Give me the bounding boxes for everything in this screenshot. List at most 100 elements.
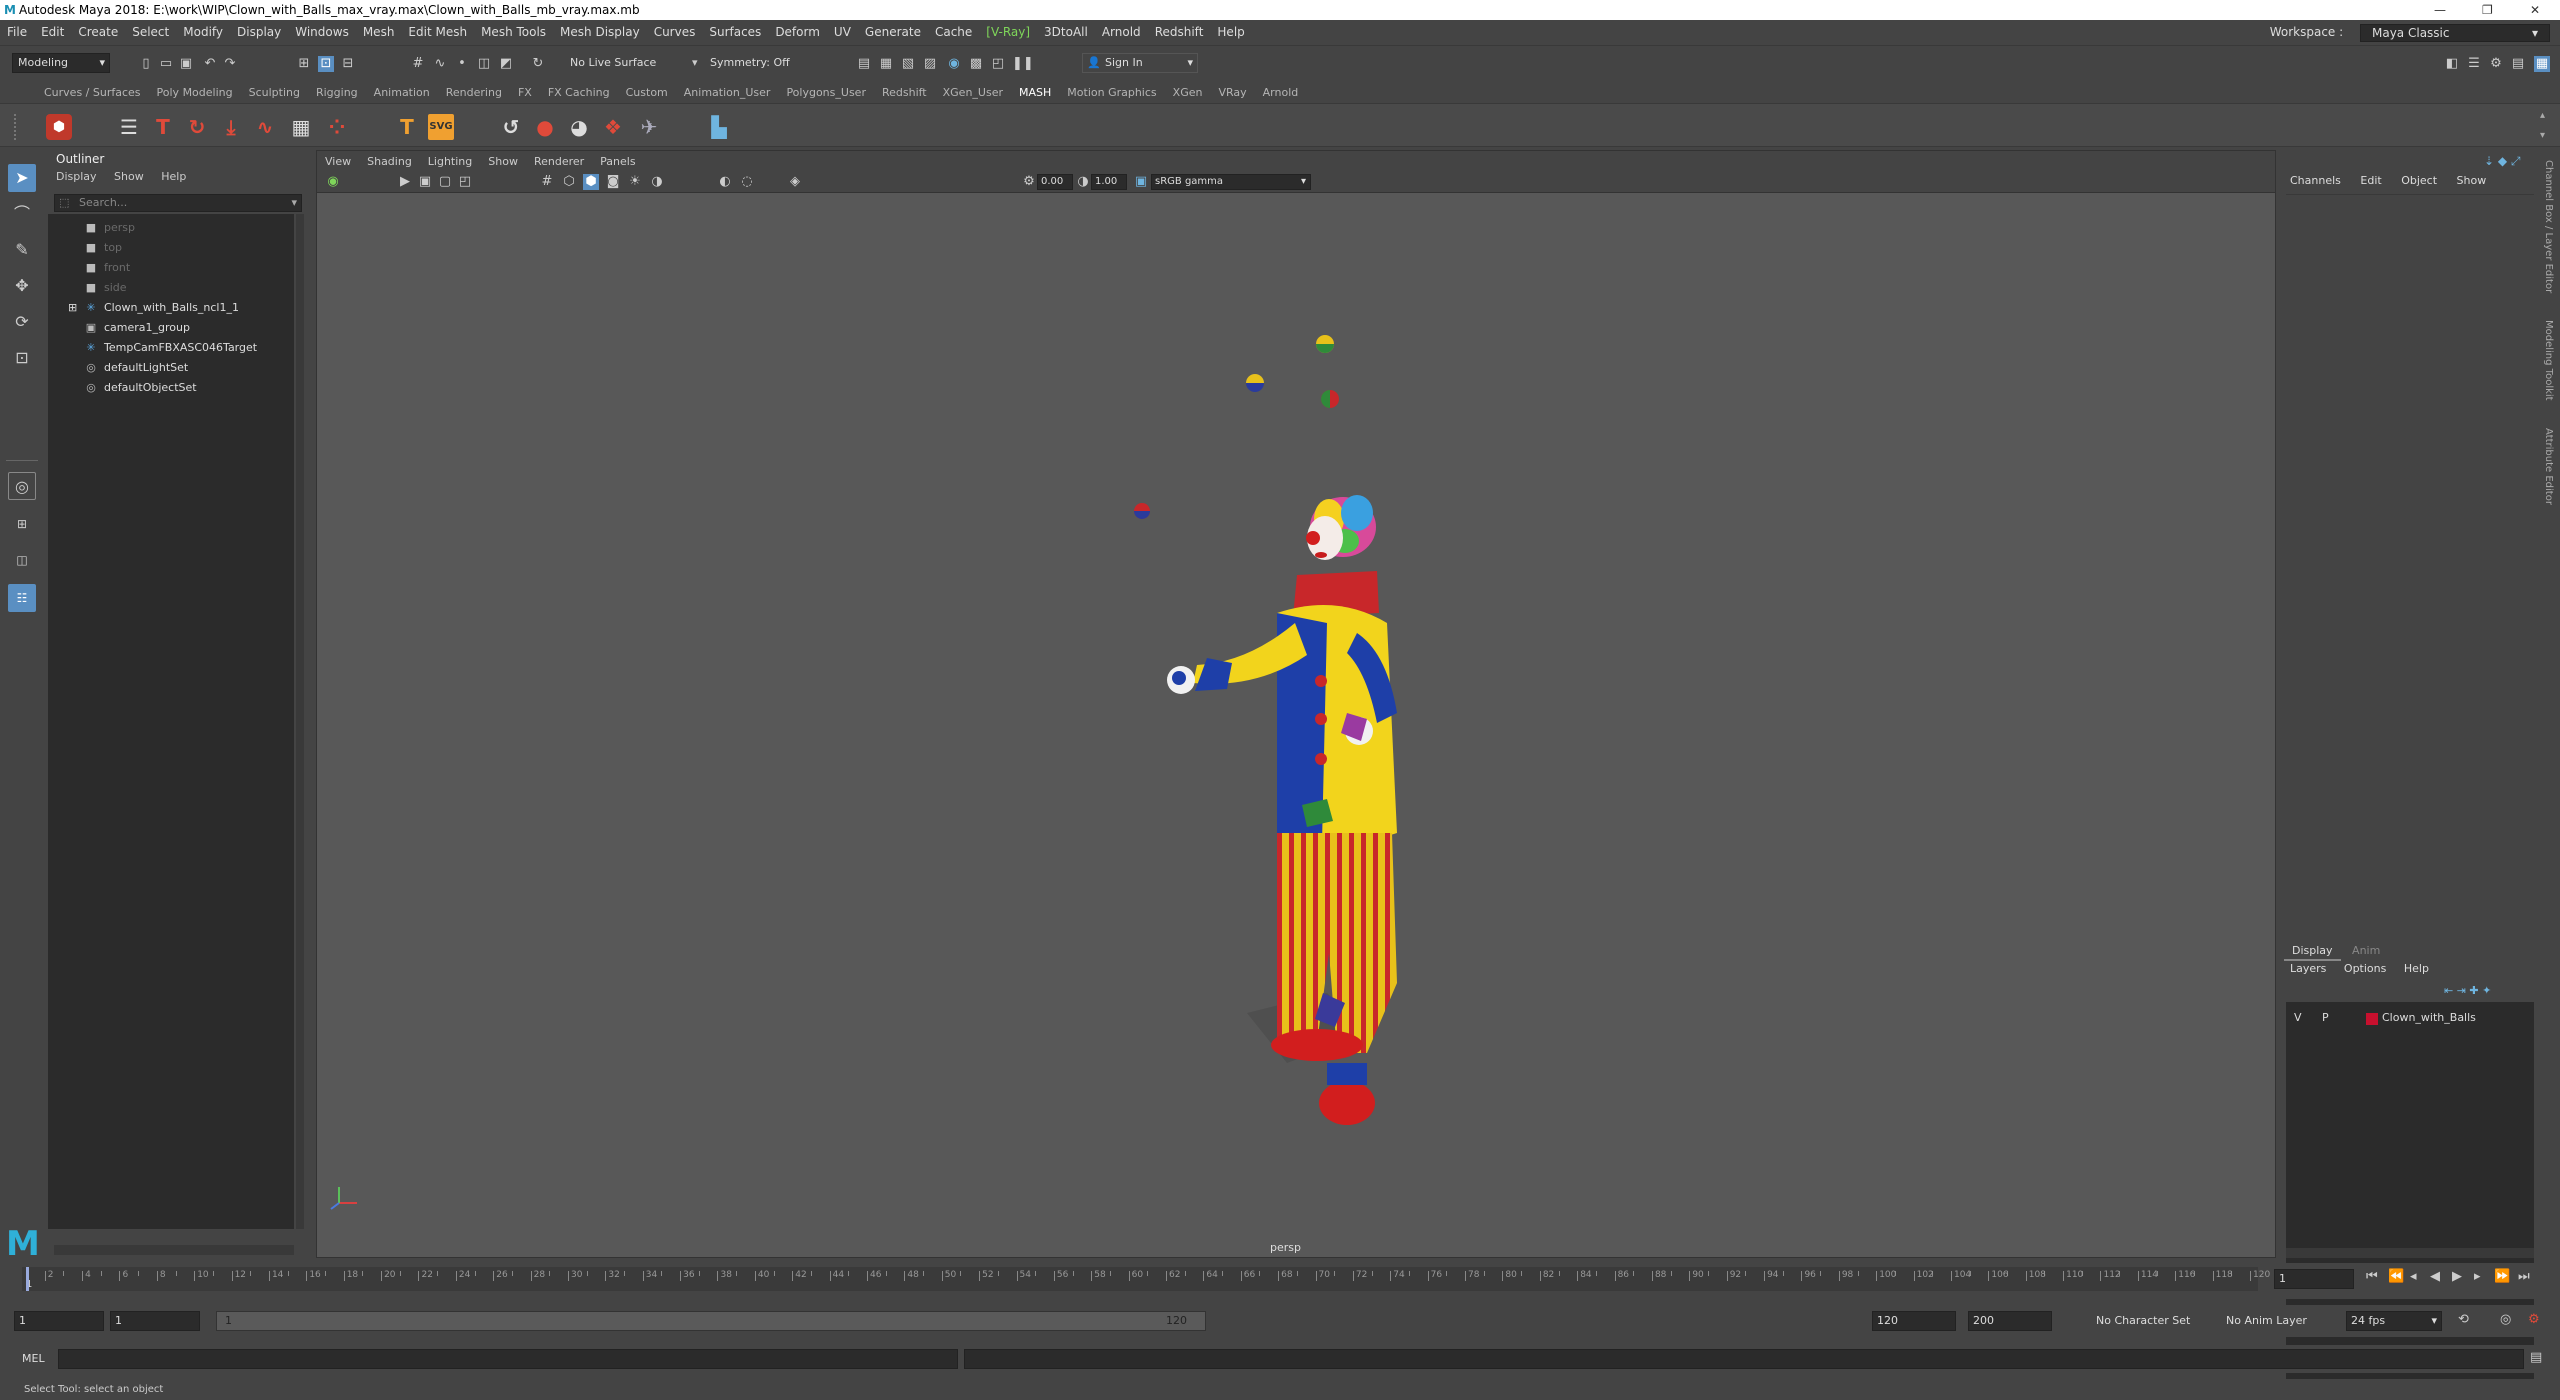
current-time-indicator[interactable] — [26, 1267, 29, 1291]
undo-icon[interactable]: ↶ — [202, 56, 218, 72]
menu-mesh-display[interactable]: Mesh Display — [553, 20, 647, 45]
attribute-editor-icon[interactable]: ☰ — [2466, 56, 2482, 72]
curve-icon[interactable]: ↻ — [184, 114, 210, 140]
workspace-selector[interactable]: Workspace : Maya Classic ▾ — [2263, 20, 2550, 45]
menu-help[interactable]: Help — [1210, 20, 1251, 45]
wireframe-icon[interactable]: ⬡ — [561, 174, 577, 190]
outliner-item[interactable]: ◎ defaultObjectSet — [48, 378, 294, 398]
menu-display[interactable]: Display — [230, 20, 288, 45]
multi-icon[interactable]: ❖ — [600, 114, 626, 140]
ipr-render-icon[interactable]: ▧ — [900, 56, 916, 72]
rotate-tool-icon[interactable]: ⟳ — [8, 308, 36, 336]
playback-end-field[interactable]: 120 — [1872, 1311, 1956, 1331]
juggling-ball[interactable] — [1246, 374, 1264, 392]
lasso-tool-icon[interactable]: ⌒ — [8, 200, 36, 228]
svg-icon[interactable]: SVG — [428, 114, 454, 140]
layer-menu-help[interactable]: Help — [2404, 962, 2429, 975]
menu-generate[interactable]: Generate — [858, 20, 928, 45]
shelf-tab-polygons-user[interactable]: Polygons_User — [778, 82, 874, 104]
tab-anim[interactable]: Anim — [2344, 942, 2388, 959]
bookmark-icon[interactable]: ▶ — [397, 174, 413, 190]
exposure-field[interactable]: 0.00 — [1037, 174, 1073, 190]
restore-icon[interactable]: ❐ — [2482, 0, 2493, 20]
workspace-dropdown[interactable]: Maya Classic ▾ — [2360, 23, 2550, 42]
select-hierarchy-icon[interactable]: ⊞ — [296, 56, 312, 72]
shelf-grip-icon[interactable] — [14, 114, 22, 140]
snap-curve-icon[interactable]: ∿ — [432, 56, 448, 72]
vray-render-icon[interactable]: ◰ — [990, 56, 1006, 72]
lights-icon[interactable]: ☀ — [627, 174, 643, 190]
viewport-panel[interactable]: View Shading Lighting Show Renderer Panels ◉ … — [316, 150, 2276, 1258]
shelf-tab-animation-user[interactable]: Animation_User — [676, 82, 779, 104]
channel-icons[interactable]: ⇣ ◆ ⤢ — [2484, 154, 2521, 169]
juggling-ball[interactable] — [1321, 390, 1339, 408]
step-forward-key-icon[interactable]: ⏩ — [2494, 1269, 2510, 1284]
menu-surfaces[interactable]: Surfaces — [702, 20, 768, 45]
layer-visibility-toggle[interactable]: V — [2294, 1008, 2302, 1028]
flight-icon[interactable]: ✈ — [636, 114, 662, 140]
play-forward-icon[interactable]: ▶ — [2452, 1269, 2462, 1284]
shelf-tab-motion-graphics[interactable]: Motion Graphics — [1059, 82, 1164, 104]
list-icon[interactable]: ☰ — [116, 114, 142, 140]
menu-edit-mesh[interactable]: Edit Mesh — [401, 20, 474, 45]
animation-start-field[interactable]: 1 — [14, 1311, 104, 1331]
outliner-horizontal-scrollbar[interactable] — [54, 1245, 294, 1255]
shelf-tab-fx-caching[interactable]: FX Caching — [540, 82, 618, 104]
xray-icon[interactable]: ◌ — [739, 174, 755, 190]
layer-playback-toggle[interactable]: P — [2322, 1008, 2329, 1028]
juggling-ball[interactable] — [1316, 335, 1334, 353]
outliner-item[interactable]: ■ front — [48, 258, 294, 278]
menu-create[interactable]: Create — [71, 20, 125, 45]
shelf-tab-xgen[interactable]: XGen — [1165, 82, 1211, 104]
clown-character[interactable] — [1167, 495, 1397, 1125]
viewport-menu-panels[interactable]: Panels — [592, 152, 643, 172]
shelf-tab-sculpting[interactable]: Sculpting — [241, 82, 308, 104]
shelf-tab-custom[interactable]: Custom — [618, 82, 676, 104]
shelf-tab-mash[interactable]: MASH — [1011, 82, 1059, 104]
render-frame-icon[interactable]: ▦ — [878, 56, 894, 72]
playback-start-field[interactable]: 1 — [110, 1311, 200, 1331]
expand-icon[interactable]: ⊞ — [68, 298, 77, 318]
outliner-item[interactable]: ■ persp — [48, 218, 294, 238]
grid-icon[interactable]: ▦ — [288, 114, 314, 140]
four-pane-layout-icon[interactable]: ⊞ — [8, 510, 36, 538]
symmetry-dropdown[interactable]: Symmetry: Off — [710, 56, 790, 69]
hypershade-icon[interactable]: ◉ — [946, 56, 962, 72]
viewport-menu-show[interactable]: Show — [480, 152, 526, 172]
minimize-icon[interactable]: — — [2434, 0, 2446, 20]
menu-uv[interactable]: UV — [827, 20, 858, 45]
sphere-icon[interactable]: ● — [532, 114, 558, 140]
layer-editor-icon[interactable]: ▦ — [2534, 56, 2550, 72]
menu-mesh-tools[interactable]: Mesh Tools — [474, 20, 553, 45]
redo-icon[interactable]: ↷ — [222, 56, 238, 72]
shelf-tab-vray[interactable]: VRay — [1210, 82, 1254, 104]
outliner-item[interactable]: ■ top — [48, 238, 294, 258]
menu-redshift[interactable]: Redshift — [1148, 20, 1211, 45]
layer-row[interactable]: V P Clown_with_Balls — [2286, 1008, 2534, 1028]
menu-curves[interactable]: Curves — [647, 20, 703, 45]
scatter-icon[interactable]: ⁘ — [324, 114, 350, 140]
two-pane-layout-icon[interactable]: ◫ — [8, 546, 36, 574]
snap-grid-icon[interactable]: # — [410, 56, 426, 72]
scale-tool-icon[interactable]: ⊡ — [8, 344, 36, 372]
smooth-shade-icon[interactable]: ⬢ — [583, 174, 599, 190]
channel-menu-channels[interactable]: Channels — [2290, 174, 2341, 187]
tool-settings-icon[interactable]: ⚙ — [2488, 56, 2504, 72]
channel-menu-show[interactable]: Show — [2457, 174, 2487, 187]
outliner-menu-display[interactable]: Display — [56, 170, 97, 183]
outliner-layout-icon[interactable]: ☷ — [8, 584, 36, 612]
outliner-menu-show[interactable]: Show — [114, 170, 144, 183]
shelf-tab-redshift[interactable]: Redshift — [874, 82, 935, 104]
go-to-end-icon[interactable]: ⏭ — [2518, 1269, 2530, 1284]
color-space-dropdown[interactable]: sRGB gamma ▾ — [1151, 174, 1311, 190]
live-surface-label[interactable]: No Live Surface — [570, 56, 656, 69]
shelf-tab-poly-modeling[interactable]: Poly Modeling — [149, 82, 241, 104]
outliner-item[interactable]: ■ side — [48, 278, 294, 298]
outliner-item[interactable]: ▣ camera1_group — [48, 318, 294, 338]
layer-color-swatch[interactable] — [2366, 1013, 2378, 1025]
channel-menu-object[interactable]: Object — [2401, 174, 2437, 187]
range-slider[interactable]: 1 120 — [216, 1311, 1206, 1331]
viewport-menu-lighting[interactable]: Lighting — [420, 152, 480, 172]
drop-icon[interactable]: ⤓ — [218, 114, 244, 140]
shelf-tab-fx[interactable]: FX — [510, 82, 540, 104]
